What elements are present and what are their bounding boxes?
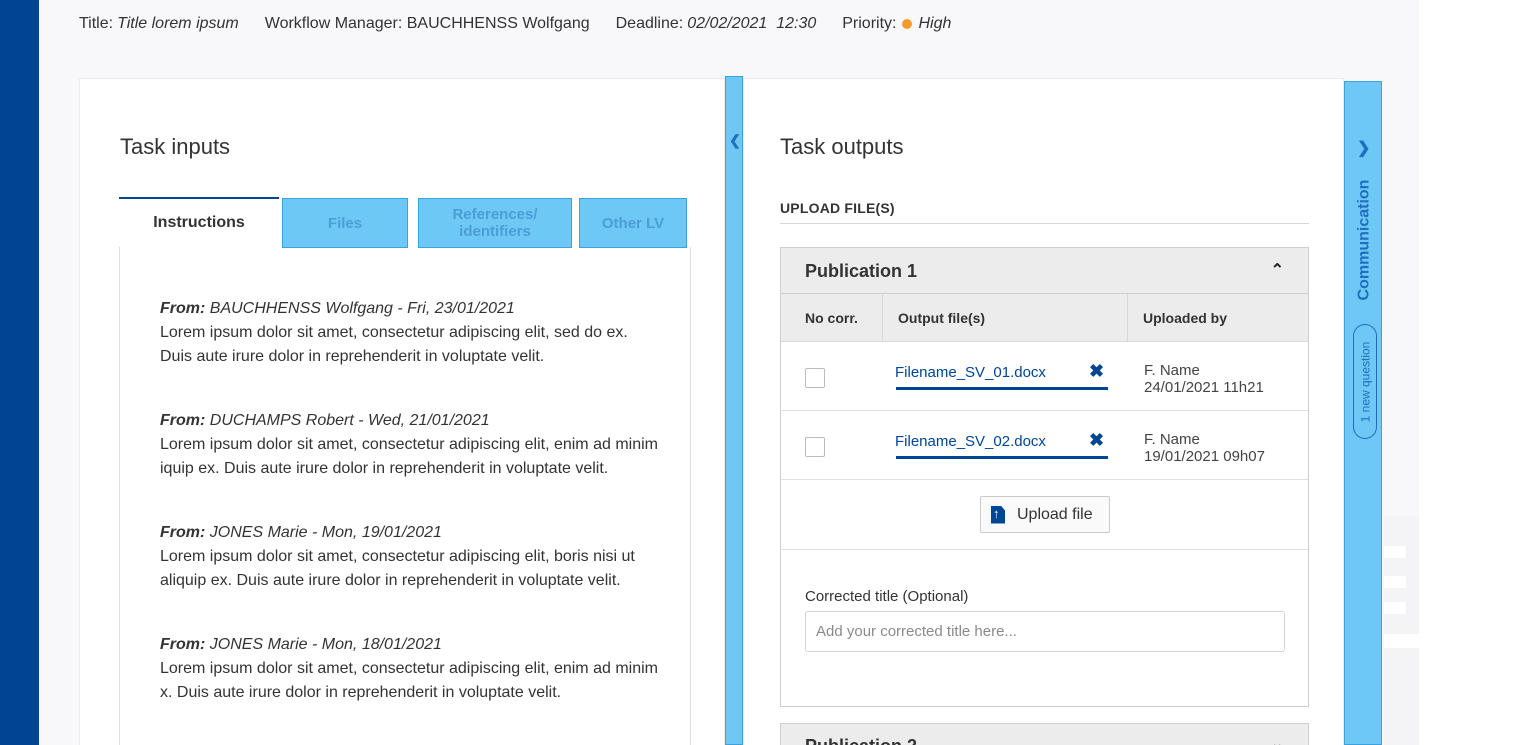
communication-sidebar[interactable]: ❯ Communication 1 new question: [1344, 81, 1382, 745]
table-row: Filename_SV_01.docx ✖ F. Name 24/01/2021…: [781, 342, 1308, 411]
task-inputs-panel: Task inputs Instructions Files Reference…: [79, 78, 725, 745]
meta-priority-value: High: [918, 15, 952, 32]
file-upload-icon: [991, 505, 1005, 524]
table-row: Filename_SV_02.docx ✖ F. Name 19/01/2021…: [781, 411, 1308, 480]
message-body: Lorem ipsum dolor sit amet, consectetur …: [160, 548, 635, 589]
divider: [780, 223, 1309, 224]
message-from: DUCHAMPS Robert - Wed, 21/01/2021: [209, 412, 490, 429]
task-outputs-title: Task outputs: [780, 134, 904, 159]
publication-1-card: Publication 1 ⌃ No corr. Output file(s) …: [780, 247, 1309, 707]
output-file-link[interactable]: Filename_SV_01.docx: [895, 364, 1046, 381]
message-item: From: JONES Marie - Mon, 19/01/2021 Lore…: [160, 521, 660, 593]
chevron-left-icon: ❮: [729, 132, 741, 148]
message-from: BAUCHHENSS Wolfgang - Fri, 23/01/2021: [209, 300, 515, 317]
meta-deadline: Deadline: 02/02/2021 12:30: [615, 15, 817, 32]
message-from: JONES Marie - Mon, 18/01/2021: [209, 636, 442, 653]
message-item: From: BAUCHHENSS Wolfgang - Fri, 23/01/2…: [160, 297, 660, 369]
task-inputs-title: Task inputs: [120, 134, 231, 159]
close-icon[interactable]: ✖: [1089, 361, 1104, 382]
collapse-inputs-handle[interactable]: ❮: [725, 76, 743, 745]
no-corr-checkbox[interactable]: [805, 437, 825, 457]
uploaded-by: F. Name 19/01/2021 09h07: [1144, 431, 1265, 465]
message-body: Lorem ipsum dolor sit amet, consectetur …: [160, 436, 658, 477]
publication-1-title: Publication 1: [805, 261, 918, 281]
meta-manager: Workflow Manager: BAUCHHENSS Wolfgang: [264, 15, 590, 32]
new-question-badge[interactable]: 1 new question: [1353, 324, 1377, 439]
publication-2-title: Publication 2: [805, 736, 917, 745]
message-body: Lorem ipsum dolor sit amet, consectetur …: [160, 660, 658, 701]
output-file-link[interactable]: Filename_SV_02.docx: [895, 433, 1046, 450]
meta-deadline-value: 02/02/2021 12:30: [687, 15, 817, 32]
col-uploaded-by: Uploaded by: [1143, 310, 1228, 326]
upload-section-label: UPLOAD FILE(S): [780, 200, 895, 216]
publication-2-header[interactable]: Publication 2 ⌄: [780, 723, 1309, 745]
message-body: Lorem ipsum dolor sit amet, consectetur …: [160, 324, 628, 365]
communication-label: Communication: [1355, 179, 1373, 300]
col-output-files: Output file(s): [898, 310, 986, 326]
chevron-down-icon[interactable]: ⌄: [1271, 734, 1284, 745]
meta-priority: Priority: High: [842, 15, 952, 32]
upload-area: Upload file: [781, 480, 1308, 550]
uploaded-by: F. Name 24/01/2021 11h21: [1144, 362, 1264, 396]
message-item: From: DUCHAMPS Robert - Wed, 21/01/2021 …: [160, 409, 660, 481]
close-icon[interactable]: ✖: [1089, 430, 1104, 451]
left-app-strip: [0, 0, 39, 745]
tab-files[interactable]: Files: [282, 198, 408, 248]
tab-references-identifiers[interactable]: References/ identifiers: [418, 198, 572, 248]
file-underline: [896, 387, 1108, 390]
meta-manager-value: BAUCHHENSS Wolfgang: [406, 15, 590, 32]
corrected-title-label: Corrected title (Optional): [805, 588, 969, 605]
message-item: From: JONES Marie - Mon, 18/01/2021 Lore…: [160, 633, 660, 705]
meta-title: Title: Title lorem ipsum: [79, 15, 239, 32]
background-ghost-panel: [1384, 516, 1419, 745]
message-from: JONES Marie - Mon, 19/01/2021: [209, 524, 442, 541]
publication-1-header[interactable]: Publication 1 ⌃: [781, 248, 1308, 294]
tab-other-lv[interactable]: Other LV: [579, 198, 687, 248]
task-outputs-panel: Task outputs UPLOAD FILE(S) Publication …: [743, 78, 1344, 745]
file-underline: [896, 456, 1108, 459]
chevron-up-icon[interactable]: ⌃: [1271, 260, 1284, 280]
corrected-title-input[interactable]: [805, 611, 1285, 652]
no-corr-checkbox[interactable]: [805, 368, 825, 388]
col-no-corr: No corr.: [805, 310, 858, 326]
output-table-header: No corr. Output file(s) Uploaded by: [781, 294, 1308, 342]
upload-file-button[interactable]: Upload file: [980, 496, 1110, 533]
instructions-content: From: BAUCHHENSS Wolfgang - Fri, 23/01/2…: [119, 247, 691, 745]
task-meta-bar: Title: Title lorem ipsum Workflow Manager…: [79, 14, 977, 34]
priority-dot-icon: [902, 19, 913, 29]
meta-title-value: Title lorem ipsum: [117, 15, 239, 32]
tab-instructions[interactable]: Instructions: [119, 197, 279, 247]
chevron-right-icon[interactable]: ❯: [1357, 138, 1370, 158]
